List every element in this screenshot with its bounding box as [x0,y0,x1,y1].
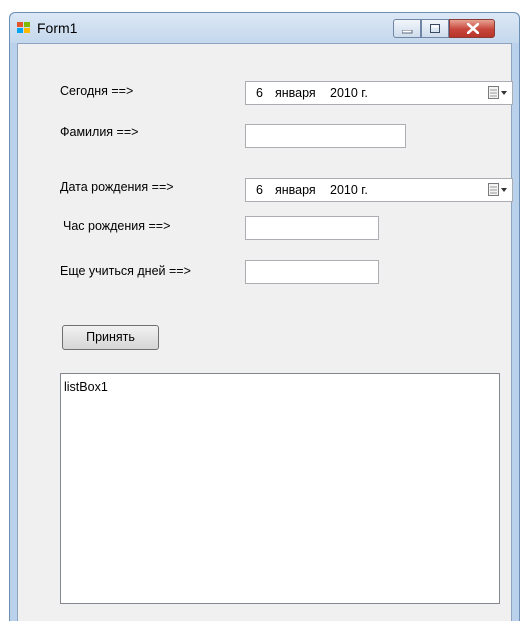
today-year: 2010 г. [330,86,368,100]
form-client-area: Сегодня ==> 6 января 2010 г. Фамилия ==>… [17,43,513,621]
list-box[interactable]: listBox1 [60,373,500,604]
surname-input[interactable] [245,124,406,148]
today-date-picker[interactable]: 6 января 2010 г. [245,81,513,105]
birth-month: января [275,183,316,197]
days-left-input[interactable] [245,260,379,284]
close-icon [467,23,479,34]
birth-year: 2010 г. [330,183,368,197]
birth-date-picker[interactable]: 6 января 2010 г. [245,178,513,202]
birth-day: 6 [256,183,263,197]
window-title: Form1 [37,20,78,36]
days-left-label: Еще учиться дней ==> [60,264,191,278]
minimize-icon [402,30,413,34]
surname-label: Фамилия ==> [60,125,139,139]
birthdate-label: Дата рождения ==> [60,180,174,194]
calendar-dropdown-icon[interactable] [488,86,508,100]
birth-hour-label: Час рождения ==> [63,219,171,233]
accept-button[interactable]: Принять [62,325,159,350]
close-button[interactable] [449,19,495,38]
today-month: января [275,86,316,100]
form-window: Form1 Сегодня ==> 6 января 2010 г. Фамил… [9,12,520,621]
today-day: 6 [256,86,263,100]
windows-form-icon [17,22,31,34]
list-item[interactable]: listBox1 [64,380,108,394]
calendar-dropdown-icon[interactable] [488,183,508,197]
title-bar[interactable]: Form1 [10,13,519,43]
today-label: Сегодня ==> [60,84,134,98]
birth-hour-input[interactable] [245,216,379,240]
maximize-icon [430,24,440,33]
minimize-button[interactable] [393,19,421,38]
maximize-button[interactable] [421,19,449,38]
